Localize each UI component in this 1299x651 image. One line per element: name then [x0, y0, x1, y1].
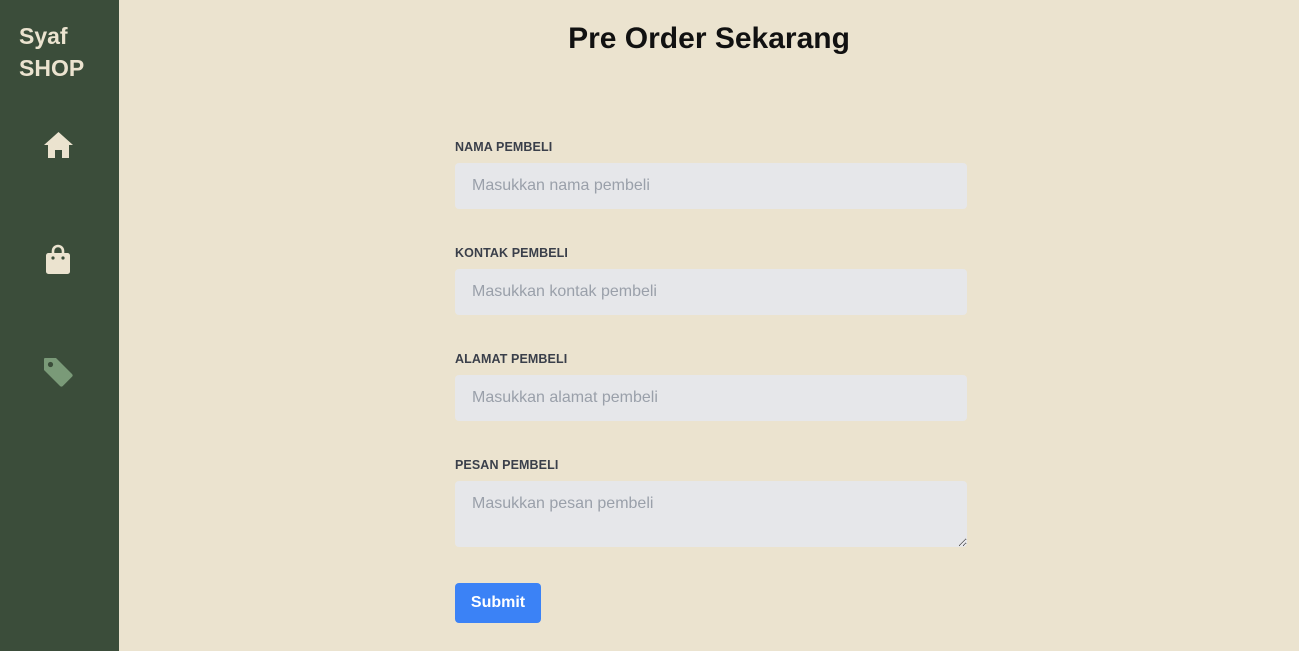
sidebar-item-shop[interactable]	[41, 242, 75, 276]
contact-label: KONTAK PEMBELI	[455, 246, 568, 260]
shopping-bag-icon	[46, 244, 70, 274]
address-label: ALAMAT PEMBELI	[455, 352, 568, 366]
message-textarea[interactable]	[455, 481, 967, 547]
tag-icon	[44, 358, 73, 387]
sidebar-item-home[interactable]	[41, 128, 75, 162]
contact-input[interactable]	[455, 269, 967, 315]
message-label: PESAN PEMBELI	[455, 458, 559, 472]
sidebar-item-preorder[interactable]	[41, 355, 75, 389]
brand-line-1: Syaf	[19, 23, 68, 49]
home-icon	[43, 132, 73, 158]
page-title: Pre Order Sekarang	[568, 22, 850, 55]
submit-button[interactable]: Submit	[455, 583, 541, 623]
sidebar: Syaf SHOP	[0, 0, 119, 651]
name-input[interactable]	[455, 163, 967, 209]
brand-logo[interactable]: Syaf SHOP	[19, 20, 84, 84]
brand-line-2: SHOP	[19, 55, 85, 81]
name-label: NAMA PEMBELI	[455, 140, 553, 154]
address-input[interactable]	[455, 375, 967, 421]
